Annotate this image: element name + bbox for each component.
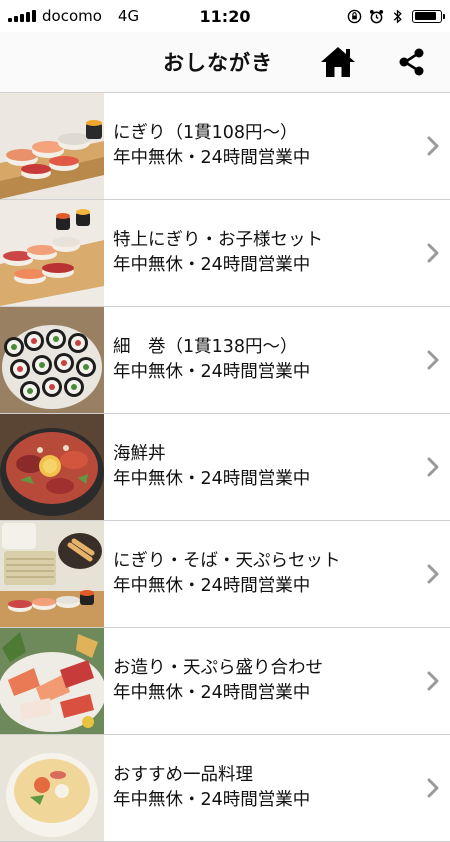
sashimi-tempura-platter-image xyxy=(0,628,104,734)
network-type: 4G xyxy=(117,7,140,25)
page-title: おしながき xyxy=(163,51,273,75)
menu-item-hours: 年中無休・24時間営業中 xyxy=(113,576,311,596)
signal-strength-icon xyxy=(8,10,36,22)
menu-item-title: お造り・天ぷら盛り合わせ xyxy=(113,658,323,678)
menu-item-hours: 年中無休・24時間営業中 xyxy=(113,790,311,810)
nigiri-soba-tempura-set-image xyxy=(0,521,104,627)
menu-item-title: 海鮮丼 xyxy=(113,444,166,464)
bluetooth-icon xyxy=(390,8,406,24)
chevron-right-icon xyxy=(427,778,439,798)
menu-item-title: にぎり（1貫108円〜） xyxy=(113,123,298,143)
menu-item-sashimi-tempura[interactable]: お造り・天ぷら盛り合わせ 年中無休・24時間営業中 xyxy=(0,628,450,735)
chevron-right-icon xyxy=(427,136,439,156)
chevron-right-icon xyxy=(427,564,439,584)
hosomaki-rolls-image xyxy=(0,307,104,413)
menu-item-premium-set[interactable]: 特上にぎり・お子様セット 年中無休・24時間営業中 xyxy=(0,200,450,307)
menu-item-kaisendon[interactable]: 海鮮丼 年中無休・24時間営業中 xyxy=(0,414,450,521)
alarm-clock-icon xyxy=(368,8,384,24)
menu-item-title: おすすめ一品料理 xyxy=(113,765,253,785)
chawanmushi-dish-image xyxy=(0,735,104,841)
app-header: おしながき xyxy=(0,32,450,93)
chevron-right-icon xyxy=(427,350,439,370)
menu-list: にぎり（1貫108円〜） 年中無休・24時間営業中 特上にぎり・お子様セット 年… xyxy=(0,93,450,842)
premium-nigiri-set-image xyxy=(0,200,104,306)
carrier-name: docomo xyxy=(42,7,102,25)
home-icon xyxy=(321,47,355,77)
battery-icon xyxy=(412,9,445,23)
menu-item-hours: 年中無休・24時間営業中 xyxy=(113,362,311,382)
menu-item-hours: 年中無休・24時間営業中 xyxy=(113,148,311,168)
menu-item-title: にぎり・そば・天ぷらセット xyxy=(113,551,341,571)
chevron-right-icon xyxy=(427,457,439,477)
menu-item-nigiri[interactable]: にぎり（1貫108円〜） 年中無休・24時間営業中 xyxy=(0,93,450,200)
menu-item-title: 細 巻（1貫138円〜） xyxy=(113,337,298,357)
share-icon xyxy=(399,48,424,76)
status-bar: docomo 4G 11:20 xyxy=(0,0,450,32)
menu-item-recommended-dish[interactable]: おすすめ一品料理 年中無休・24時間営業中 xyxy=(0,735,450,842)
menu-item-hours: 年中無休・24時間営業中 xyxy=(113,469,311,489)
menu-item-nigiri-soba-tempura[interactable]: にぎり・そば・天ぷらセット 年中無休・24時間営業中 xyxy=(0,521,450,628)
home-button[interactable] xyxy=(318,42,358,82)
menu-item-hours: 年中無休・24時間営業中 xyxy=(113,683,311,703)
share-button[interactable] xyxy=(392,42,432,82)
menu-item-hours: 年中無休・24時間営業中 xyxy=(113,255,311,275)
menu-item-hosomaki[interactable]: 細 巻（1貫138円〜） 年中無休・24時間営業中 xyxy=(0,307,450,414)
chevron-right-icon xyxy=(427,671,439,691)
orientation-lock-icon xyxy=(346,8,362,24)
chevron-right-icon xyxy=(427,243,439,263)
nigiri-plate-image xyxy=(0,93,104,199)
kaisendon-bowl-image xyxy=(0,414,104,520)
menu-item-title: 特上にぎり・お子様セット xyxy=(113,230,323,250)
